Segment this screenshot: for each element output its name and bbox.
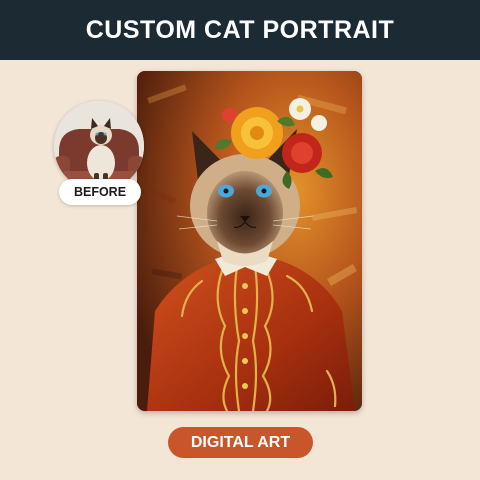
- cat-portrait-image: [137, 71, 362, 411]
- before-photo-circle: [54, 101, 144, 191]
- before-badge: BEFORE: [59, 179, 141, 205]
- header-bar: CUSTOM CAT PORTRAIT: [0, 0, 480, 60]
- page-title: CUSTOM CAT PORTRAIT: [85, 15, 395, 44]
- digital-art-button[interactable]: DIGITAL ART: [168, 427, 313, 458]
- before-cat-photo: [54, 101, 144, 191]
